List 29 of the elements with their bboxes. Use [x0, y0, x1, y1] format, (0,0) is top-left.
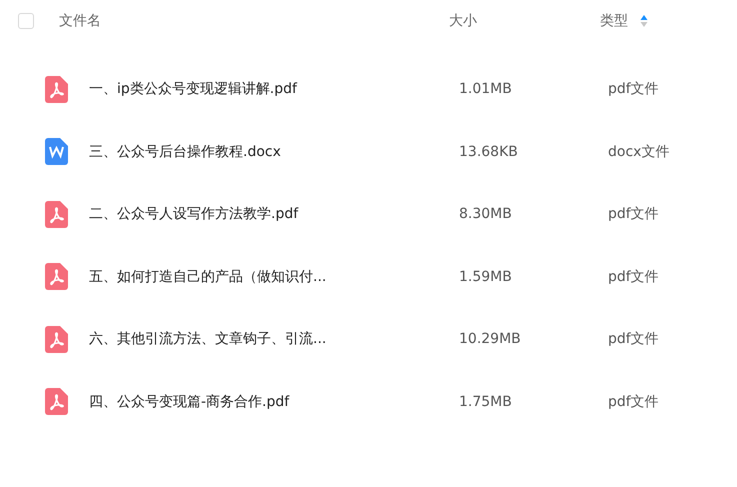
file-name[interactable]: 四、公众号变现篇-商务合作.pdf [89, 394, 290, 410]
file-type: pdf文件 [608, 394, 659, 410]
file-size: 1.59MB [459, 268, 512, 285]
type-column-header[interactable]: 类型 [600, 12, 628, 30]
file-type: pdf文件 [608, 81, 659, 98]
pdf-file-icon [45, 388, 68, 416]
word-file-icon [45, 138, 68, 166]
file-size: 1.75MB [459, 394, 512, 410]
file-name[interactable]: 六、其他引流方法、文章钩子、引流... [89, 331, 326, 348]
file-name[interactable]: 三、公众号后台操作教程.docx [89, 144, 281, 160]
file-name[interactable]: 一、ip类公众号变现逻辑讲解.pdf [89, 81, 297, 98]
file-size: 8.30MB [459, 206, 512, 222]
file-type: pdf文件 [608, 206, 659, 222]
pdf-file-icon [45, 326, 68, 353]
pdf-file-icon [45, 200, 68, 228]
select-all-checkbox[interactable] [18, 13, 34, 29]
file-type: pdf文件 [608, 331, 659, 348]
pdf-file-icon [45, 76, 68, 103]
sort-icon[interactable] [640, 14, 648, 28]
file-size: 10.29MB [459, 331, 521, 348]
file-name[interactable]: 二、公众号人设写作方法教学.pdf [89, 206, 298, 222]
pdf-file-icon [45, 263, 68, 290]
file-type: docx文件 [608, 144, 670, 160]
file-type: pdf文件 [608, 268, 659, 285]
file-size: 13.68KB [459, 144, 518, 160]
file-size: 1.01MB [459, 81, 512, 98]
name-column-header[interactable]: 文件名 [59, 12, 101, 30]
size-column-header[interactable]: 大小 [449, 12, 477, 30]
file-name[interactable]: 五、如何打造自己的产品（做知识付... [89, 268, 326, 285]
